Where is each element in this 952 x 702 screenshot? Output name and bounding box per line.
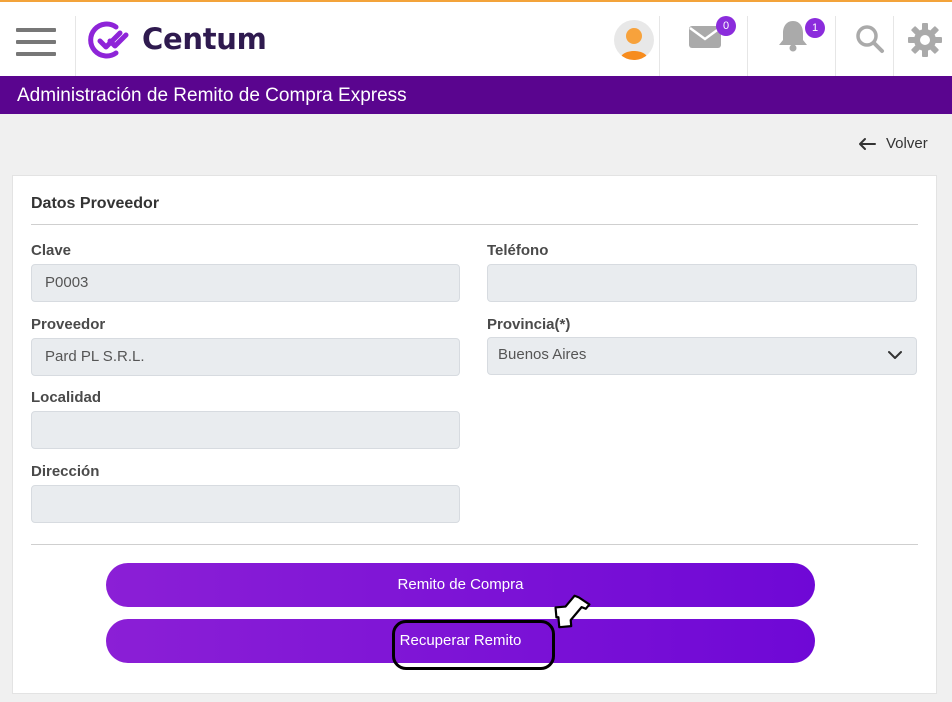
supplier-card: Datos Proveedor Clave P0003 Teléfono Pro… xyxy=(12,175,937,694)
back-link[interactable]: Volver xyxy=(856,133,936,155)
direccion-label: Dirección xyxy=(31,463,100,480)
localidad-label: Localidad xyxy=(31,389,102,406)
proveedor-field[interactable]: Pard PL S.R.L. xyxy=(31,338,460,376)
menu-icon[interactable] xyxy=(16,28,56,58)
centum-logo-icon xyxy=(88,21,129,59)
header-divider xyxy=(835,16,836,76)
section-title: Datos Proveedor xyxy=(31,195,160,212)
provincia-selected-value: Buenos Aires xyxy=(498,346,587,363)
brand-name: Centum xyxy=(142,22,267,56)
provincia-select[interactable]: Buenos Aires xyxy=(487,337,917,375)
settings-button[interactable] xyxy=(907,22,943,58)
bell-icon xyxy=(779,21,807,52)
header-divider xyxy=(75,16,76,76)
highlight-annotation xyxy=(392,620,555,670)
localidad-field[interactable] xyxy=(31,411,460,449)
notifications-button[interactable]: 1 xyxy=(777,18,825,54)
page-title-bar: Administración de Remito de Compra Expre… xyxy=(0,76,952,114)
clave-field[interactable]: P0003 xyxy=(31,264,460,302)
form-divider xyxy=(31,544,918,545)
gear-icon xyxy=(908,23,942,57)
header-divider xyxy=(893,16,894,76)
mail-button[interactable]: 0 xyxy=(688,16,736,54)
search-icon xyxy=(856,25,884,53)
chevron-down-icon xyxy=(888,351,902,359)
clave-label: Clave xyxy=(31,242,72,259)
remito-compra-button[interactable]: Remito de Compra xyxy=(106,563,815,607)
telefono-label: Teléfono xyxy=(487,242,549,259)
hand-pointer-icon xyxy=(554,594,591,629)
page-title: Administración de Remito de Compra Expre… xyxy=(17,85,407,106)
user-avatar-icon[interactable] xyxy=(614,20,654,60)
header-divider xyxy=(659,16,660,76)
provincia-label: Provincia(*) xyxy=(487,316,571,333)
proveedor-label: Proveedor xyxy=(31,316,106,333)
arrow-left-icon xyxy=(859,138,876,150)
back-label: Volver xyxy=(886,135,928,152)
direccion-field[interactable] xyxy=(31,485,460,523)
header-divider xyxy=(747,16,748,76)
section-divider xyxy=(31,224,918,225)
top-header: Centum 0 1 xyxy=(0,2,952,76)
notification-count-badge: 1 xyxy=(805,18,825,38)
search-button[interactable] xyxy=(855,24,885,54)
mail-count-badge: 0 xyxy=(716,16,736,36)
telefono-field[interactable] xyxy=(487,264,917,302)
